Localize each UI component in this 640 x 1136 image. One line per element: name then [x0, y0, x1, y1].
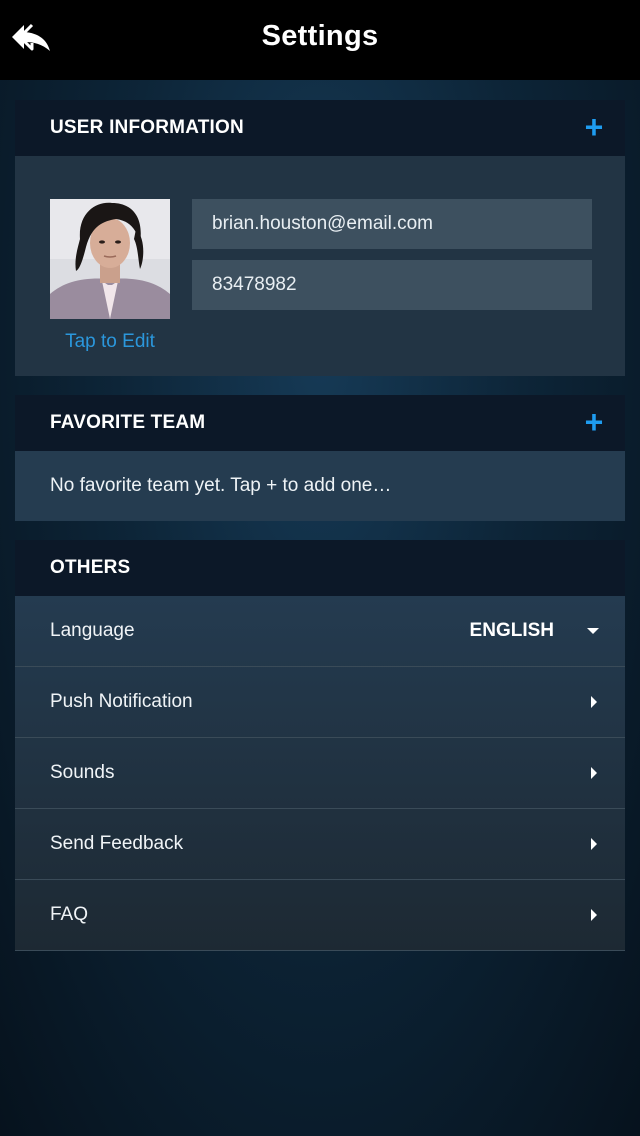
user-info-body: Tap to Edit: [15, 156, 625, 376]
plus-icon[interactable]: +: [583, 111, 605, 143]
user-information-section: USER INFORMATION + Tap to Edit brian.hou…: [15, 100, 625, 376]
row-label: Send Feedback: [50, 833, 184, 854]
language-value[interactable]: ENGLISH: [470, 620, 554, 642]
tap-to-edit-link[interactable]: Tap to Edit: [50, 331, 170, 353]
avatar[interactable]: [50, 199, 170, 319]
section-header: USER INFORMATION +: [15, 100, 625, 156]
phone-field[interactable]: [192, 260, 592, 310]
push-notification-row[interactable]: Push Notification: [15, 667, 625, 738]
row-label: Push Notification: [50, 691, 193, 712]
row-label: Sounds: [50, 762, 115, 783]
chevron-right-icon: [591, 909, 597, 921]
chevron-right-icon: [591, 838, 597, 850]
section-header: FAVORITE TEAM +: [15, 395, 625, 451]
language-row[interactable]: Language ENGLISH: [15, 596, 625, 667]
send-feedback-row[interactable]: Send Feedback: [15, 809, 625, 880]
section-header: OTHERS: [15, 540, 625, 596]
row-label: FAQ: [50, 904, 89, 925]
top-bar: Settings: [0, 0, 640, 80]
chevron-right-icon: [591, 767, 597, 779]
others-section: OTHERS Language ENGLISH Push Notificatio…: [15, 540, 625, 951]
section-title: FAVORITE TEAM: [50, 412, 206, 433]
page-title: Settings: [261, 20, 379, 52]
section-title: USER INFORMATION: [50, 117, 244, 138]
favorite-team-section: FAVORITE TEAM + No favorite team yet. Ta…: [15, 395, 625, 521]
chevron-right-icon: [591, 696, 597, 708]
email-field[interactable]: [192, 199, 592, 249]
row-label: Language: [50, 620, 135, 641]
section-title: OTHERS: [50, 557, 131, 578]
others-list: Language ENGLISH Push Notification Sound…: [15, 596, 625, 951]
sounds-row[interactable]: Sounds: [15, 738, 625, 809]
faq-row[interactable]: FAQ: [15, 880, 625, 951]
empty-team-message: No favorite team yet. Tap + to add one…: [50, 475, 392, 496]
chevron-down-icon: [587, 628, 599, 634]
favorite-team-body: No favorite team yet. Tap + to add one…: [15, 451, 625, 521]
plus-icon[interactable]: +: [583, 406, 605, 438]
